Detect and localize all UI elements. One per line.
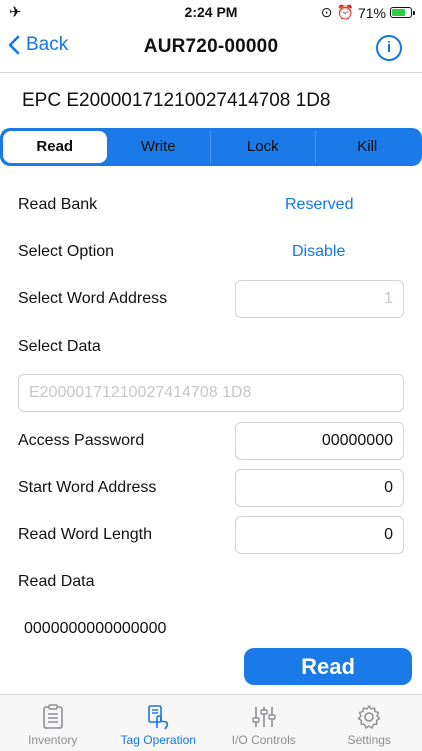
tabbar-label: Settings — [348, 733, 391, 747]
gear-icon — [356, 704, 382, 730]
tabbar-label: I/O Controls — [232, 733, 296, 747]
tab-kill[interactable]: Kill — [315, 131, 420, 163]
read-word-length-input[interactable]: 0 — [235, 516, 404, 554]
operation-segmented-control: Read Write Lock Kill — [0, 128, 422, 166]
info-icon[interactable]: i — [376, 35, 402, 61]
tabbar-label: Tag Operation — [121, 733, 196, 747]
epc-label: EPC E20000171210027414708 1D8 — [22, 90, 331, 112]
select-option-label: Select Option — [18, 243, 114, 261]
read-bank-label: Read Bank — [18, 196, 97, 214]
tabbar-item-settings[interactable]: Settings — [317, 695, 422, 751]
access-password-input[interactable]: 00000000 — [235, 422, 404, 460]
tabbar-item-io-controls[interactable]: I/O Controls — [211, 695, 317, 751]
page-title: AUR720-00000 — [0, 36, 422, 58]
tabbar-item-tag-operation[interactable]: Tag Operation — [106, 695, 212, 751]
select-data-label: Select Data — [18, 338, 101, 356]
select-option-selector[interactable]: Disable — [292, 243, 345, 261]
alarm-icon: ⏰ — [337, 4, 354, 21]
read-word-length-label: Read Word Length — [18, 526, 152, 544]
tab-write[interactable]: Write — [107, 131, 211, 163]
select-data-input[interactable]: E20000171210027414708 1D8 — [18, 374, 404, 412]
tab-read[interactable]: Read — [3, 131, 107, 163]
status-right: ⊙ ⏰ 71% — [321, 4, 412, 21]
access-password-label: Access Password — [18, 432, 144, 450]
start-word-address-label: Start Word Address — [18, 479, 156, 497]
navigation-bar: Back AUR720-00000 i — [0, 24, 422, 73]
battery-percent: 71% — [358, 5, 386, 21]
sliders-icon — [251, 704, 277, 730]
read-button[interactable]: Read — [244, 648, 412, 685]
orientation-lock-icon: ⊙ — [321, 4, 333, 21]
status-bar: ✈ 2:24 PM ⊙ ⏰ 71% — [0, 0, 422, 24]
tabbar-label: Inventory — [28, 733, 77, 747]
tab-lock[interactable]: Lock — [210, 131, 315, 163]
read-bank-selector[interactable]: Reserved — [285, 196, 353, 214]
start-word-address-input[interactable]: 0 — [235, 469, 404, 507]
bottom-tab-bar: Inventory Tag Operation I/O Controls Set… — [0, 694, 422, 751]
tabbar-item-inventory[interactable]: Inventory — [0, 695, 106, 751]
battery-icon — [390, 7, 412, 18]
clipboard-list-icon — [41, 704, 65, 730]
tag-hand-icon — [145, 704, 171, 730]
select-word-address-label: Select Word Address — [18, 290, 167, 308]
read-data-label: Read Data — [18, 573, 95, 591]
select-word-address-input[interactable]: 1 — [235, 280, 404, 318]
read-data-value: 0000000000000000 — [24, 620, 166, 638]
